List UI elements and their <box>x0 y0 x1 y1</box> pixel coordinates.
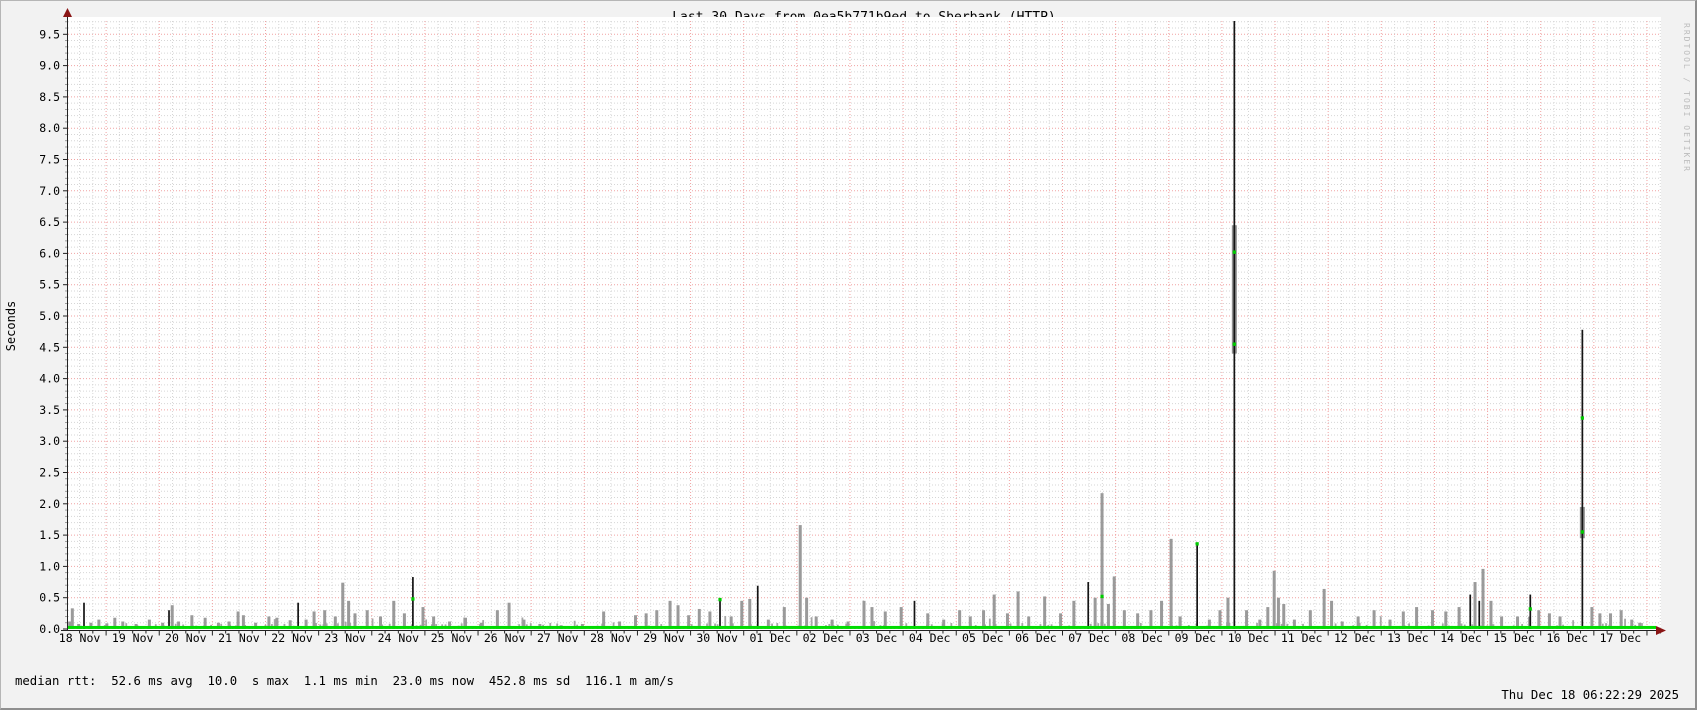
svg-text:08 Dec: 08 Dec <box>1121 631 1163 645</box>
svg-text:9.5: 9.5 <box>39 27 60 41</box>
svg-text:9.0: 9.0 <box>39 59 60 73</box>
svg-text:17 Dec: 17 Dec <box>1600 631 1642 645</box>
svg-text:09 Dec: 09 Dec <box>1175 631 1217 645</box>
svg-text:5.5: 5.5 <box>39 278 60 292</box>
svg-text:07 Dec: 07 Dec <box>1068 631 1110 645</box>
svg-text:23 Nov: 23 Nov <box>324 631 366 645</box>
stats-legend: median rtt: 52.6 ms avg 10.0 s max 1.1 m… <box>15 648 674 710</box>
svg-text:8.0: 8.0 <box>39 121 60 135</box>
svg-text:14 Dec: 14 Dec <box>1440 631 1482 645</box>
svg-text:8.5: 8.5 <box>39 90 60 104</box>
median-rtt-row: median rtt: 52.6 ms avg 10.0 s max 1.1 m… <box>15 675 674 688</box>
svg-text:02 Dec: 02 Dec <box>803 631 845 645</box>
svg-text:01 Dec: 01 Dec <box>749 631 791 645</box>
svg-text:29 Nov: 29 Nov <box>643 631 685 645</box>
plot-area: 0.0 0.5 1.0 1.5 2.0 2.5 3.0 3.5 4.0 4.5 5.0 5.5 6.0 6… <box>1 1 1697 646</box>
svg-text:25 Nov: 25 Nov <box>431 631 473 645</box>
smokeping-latency-graph: Last 30 Days from 0ea5b771b9ed to Sberba… <box>0 0 1697 710</box>
svg-text:11 Dec: 11 Dec <box>1281 631 1323 645</box>
generated-timestamp: Thu Dec 18 06:22:29 2025 <box>1501 688 1679 702</box>
svg-text:18 Nov: 18 Nov <box>59 631 101 645</box>
svg-text:28 Nov: 28 Nov <box>590 631 632 645</box>
svg-text:6.5: 6.5 <box>39 215 60 229</box>
svg-text:7.5: 7.5 <box>39 153 60 167</box>
svg-text:05 Dec: 05 Dec <box>962 631 1004 645</box>
svg-text:30 Nov: 30 Nov <box>696 631 738 645</box>
svg-text:16 Dec: 16 Dec <box>1546 631 1588 645</box>
svg-text:1.0: 1.0 <box>39 559 60 573</box>
svg-text:06 Dec: 06 Dec <box>1015 631 1057 645</box>
svg-text:2.5: 2.5 <box>39 466 60 480</box>
svg-text:26 Nov: 26 Nov <box>484 631 526 645</box>
svg-text:04 Dec: 04 Dec <box>909 631 951 645</box>
svg-text:0.0: 0.0 <box>39 622 60 636</box>
svg-text:20 Nov: 20 Nov <box>165 631 207 645</box>
svg-text:6.0: 6.0 <box>39 246 60 260</box>
svg-text:1.5: 1.5 <box>39 528 60 542</box>
svg-text:15 Dec: 15 Dec <box>1493 631 1535 645</box>
svg-text:12 Dec: 12 Dec <box>1334 631 1376 645</box>
svg-text:7.0: 7.0 <box>39 184 60 198</box>
svg-text:03 Dec: 03 Dec <box>856 631 898 645</box>
svg-text:4.0: 4.0 <box>39 372 60 386</box>
svg-text:5.0: 5.0 <box>39 309 60 323</box>
svg-text:10 Dec: 10 Dec <box>1228 631 1270 645</box>
svg-text:24 Nov: 24 Nov <box>378 631 420 645</box>
svg-text:13 Dec: 13 Dec <box>1387 631 1429 645</box>
svg-text:22 Nov: 22 Nov <box>271 631 313 645</box>
svg-text:4.5: 4.5 <box>39 340 60 354</box>
svg-text:3.5: 3.5 <box>39 403 60 417</box>
svg-text:27 Nov: 27 Nov <box>537 631 579 645</box>
svg-text:0.5: 0.5 <box>39 591 60 605</box>
svg-text:2.0: 2.0 <box>39 497 60 511</box>
svg-text:19 Nov: 19 Nov <box>112 631 154 645</box>
svg-text:3.0: 3.0 <box>39 434 60 448</box>
svg-text:21 Nov: 21 Nov <box>218 631 260 645</box>
